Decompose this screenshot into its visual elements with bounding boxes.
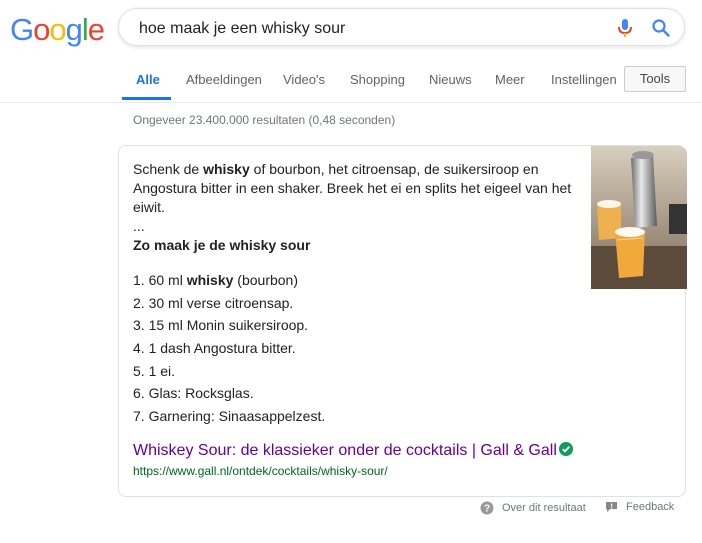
tab-afbeeldingen[interactable]: Afbeeldingen [186, 72, 262, 87]
feedback-icon [606, 502, 617, 512]
snippet-text: Schenk de whisky of bourbon, het citroen… [133, 160, 573, 217]
tab-instellingen[interactable]: Instellingen [551, 72, 617, 87]
snippet-text-part: Schenk de [133, 161, 204, 177]
snippet-bold: whisky [203, 161, 250, 177]
featured-snippet: Schenk de whisky of bourbon, het citroen… [118, 145, 687, 497]
active-tab-indicator [122, 97, 171, 100]
snippet-heading: Zo maak je de whisky sour [133, 237, 311, 253]
svg-text:?: ? [484, 504, 490, 515]
feedback-link[interactable]: Feedback [605, 501, 674, 513]
tab-nieuws[interactable]: Nieuws [429, 72, 472, 87]
list-item: 2. 30 ml verse citroensap. [133, 294, 294, 311]
snippet-ellipsis: ... [133, 218, 145, 234]
list-item: 1. 60 ml whisky (bourbon) [133, 269, 325, 292]
step-text: (bourbon) [233, 272, 298, 288]
search-input[interactable] [137, 17, 611, 41]
result-url[interactable]: https://www.gall.nl/ontdek/cocktails/whi… [133, 464, 388, 478]
help-icon: ? [480, 501, 494, 515]
tools-button[interactable]: Tools [624, 66, 686, 92]
tab-alle[interactable]: Alle [136, 72, 160, 87]
list-item: 4. 1 dash Angostura bitter. [133, 340, 296, 357]
list-item: 6. Glas: Rocksglas. [133, 385, 254, 402]
logo-letter: o [49, 12, 66, 47]
logo-letter: g [65, 12, 83, 47]
step-text: 1. 60 ml [133, 272, 187, 288]
result-title-link[interactable]: Whiskey Sour: de klassieker onder de coc… [133, 442, 573, 460]
list-item: 5. 1 ei. [133, 362, 176, 379]
search-icon[interactable] [651, 18, 671, 38]
logo-letter: o [33, 12, 50, 47]
logo-letter: G [10, 12, 34, 47]
tab-meer[interactable]: Meer [495, 72, 525, 87]
google-logo[interactable]: Google [10, 12, 105, 48]
result-title-text: Whiskey Sour: de klassieker onder de coc… [133, 442, 557, 459]
search-box [118, 8, 685, 46]
logo-letter: e [87, 12, 105, 47]
list-item: 3. 15 ml Monin suikersiroop. [133, 317, 309, 334]
whisky-sour-thumbnail[interactable] [591, 146, 687, 289]
feedback-label: Feedback [626, 501, 675, 513]
about-result-link[interactable]: ? Over dit resultaat [480, 501, 586, 515]
verified-check-icon [558, 442, 573, 456]
tab-videos[interactable]: Video's [283, 72, 325, 87]
about-result-label: Over dit resultaat [502, 502, 586, 514]
step-bold: whisky [186, 272, 234, 288]
microphone-icon[interactable] [616, 18, 634, 38]
search-tabs: Alle Afbeeldingen Video's Shopping Nieuw… [0, 60, 702, 103]
result-stats: Ongeveer 23.400.000 resultaten (0,48 sec… [133, 113, 396, 127]
tab-shopping[interactable]: Shopping [350, 72, 405, 87]
snippet-steps: 1. 60 ml whisky (bourbon) 2. 30 ml verse… [133, 269, 325, 428]
list-item: 7. Garnering: Sinaasappelzest. [133, 408, 326, 425]
